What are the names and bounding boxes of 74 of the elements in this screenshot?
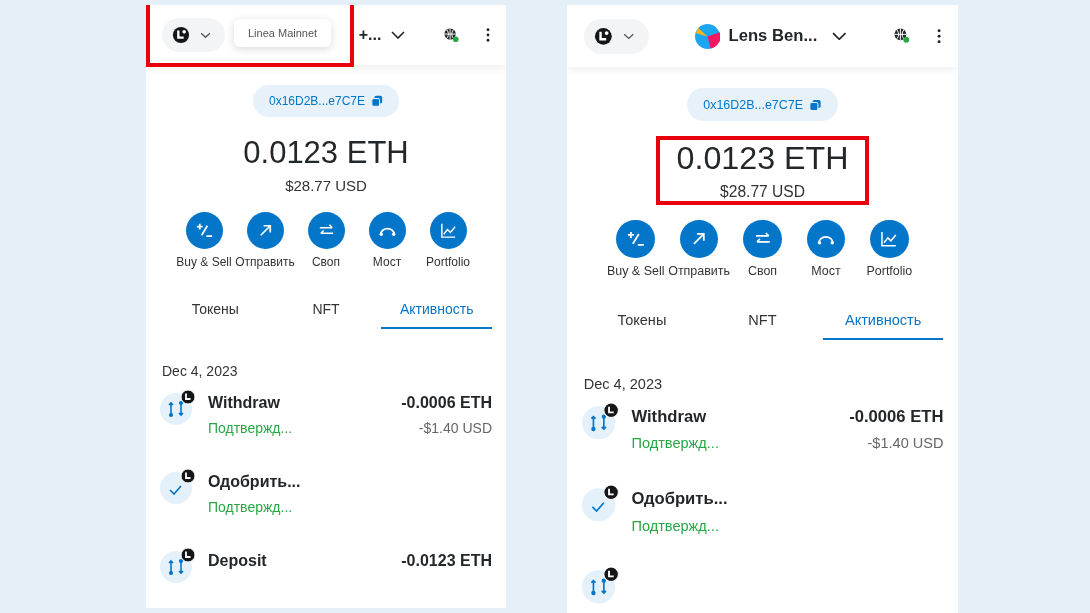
copy-icon [371, 95, 384, 107]
network-logo-icon [594, 26, 613, 46]
transaction-status: Подтвержд... [208, 420, 294, 436]
swap-transaction-icon [581, 401, 619, 440]
network-button[interactable] [583, 18, 650, 54]
transaction-status: Подтвержд... [631, 517, 720, 534]
balance-amount: 0.0123 ETH [676, 140, 849, 177]
line-chart-icon [438, 221, 458, 240]
swap-button[interactable] [743, 219, 782, 259]
send-button[interactable] [246, 212, 284, 249]
globe-status-icon[interactable] [443, 26, 460, 44]
action-label: Своп [747, 264, 778, 279]
address-chip[interactable]: 0x16D2B...e7C7E [252, 85, 400, 117]
transaction-status: Подтвержд... [208, 499, 294, 515]
account-avatar-icon [695, 23, 721, 49]
fiat-balance: $28.77 USD [720, 183, 805, 202]
swap-transaction-icon [581, 566, 619, 604]
tab[interactable]: NFT [702, 305, 823, 341]
transaction-title: Withdraw [208, 394, 281, 412]
swap-button[interactable] [307, 212, 345, 249]
account-selector[interactable]: Lens Ben... [649, 23, 893, 49]
transaction-amount: -0.0006 ETH [401, 394, 492, 412]
chevron-down-icon [200, 31, 211, 39]
balance-amount: 0.0123 ETH [243, 135, 409, 171]
transaction-amount: -0.0123 ETH [401, 552, 492, 570]
transaction-title: Одобрить... [631, 489, 729, 510]
tab[interactable]: Токены [160, 295, 271, 329]
tab[interactable]: Активность [381, 295, 492, 329]
swap-transaction-icon [160, 389, 196, 425]
more-menu-icon[interactable] [486, 28, 490, 42]
plus-minus-icon [194, 221, 214, 240]
action-label: Отправить [668, 264, 730, 279]
chevron-down-icon [391, 31, 406, 39]
globe-status-icon[interactable] [892, 27, 911, 46]
copy-icon [809, 98, 822, 112]
action-label: Мост [372, 255, 402, 269]
transaction-fiat: -$1.40 USD [418, 420, 492, 436]
tab[interactable]: NFT [270, 295, 382, 329]
chevron-down-icon [623, 32, 635, 40]
date-heading: Dec 4, 2023 [162, 363, 238, 379]
chevron-down-icon [831, 32, 847, 41]
action-label: Отправить [235, 255, 295, 269]
action-label: Своп [311, 255, 341, 269]
date-heading: Dec 4, 2023 [583, 375, 663, 392]
swap-transaction-icon [160, 547, 196, 583]
bridge-button[interactable] [368, 212, 406, 249]
network-button[interactable] [162, 18, 225, 52]
transaction-status: Подтвержд... [631, 435, 720, 452]
action-label: Buy & Sell [176, 255, 232, 269]
fiat-balance: $28.77 USD [285, 177, 367, 194]
action-label: Buy & Sell [606, 264, 665, 279]
tab[interactable]: Активность [822, 305, 944, 341]
transaction-title: Deposit [208, 552, 268, 570]
transaction-title: Withdraw [631, 407, 708, 428]
buy-sell-button[interactable] [616, 219, 655, 259]
network-tooltip: Linea Mainnet [234, 19, 332, 47]
check-transaction-icon [160, 468, 196, 504]
action-label: Portfolio [866, 264, 913, 279]
send-button[interactable] [679, 219, 719, 259]
action-label: Мост [811, 264, 841, 279]
network-logo-icon [172, 26, 190, 44]
portfolio-button[interactable] [870, 219, 909, 259]
tab[interactable]: Токены [581, 305, 703, 341]
portfolio-button[interactable] [429, 212, 467, 249]
transaction-amount: -0.0006 ETH [849, 407, 944, 428]
buy-sell-button[interactable] [185, 212, 223, 249]
more-menu-icon[interactable] [937, 28, 942, 44]
transaction-title: Одобрить... [208, 473, 302, 491]
plus-minus-icon [625, 229, 646, 249]
bridge-button[interactable] [806, 219, 846, 259]
transaction-fiat: -$1.40 USD [867, 435, 944, 452]
check-transaction-icon [581, 484, 619, 522]
action-label: Portfolio [426, 255, 470, 269]
address-chip[interactable]: 0x16D2B...e7C7E [686, 88, 839, 122]
